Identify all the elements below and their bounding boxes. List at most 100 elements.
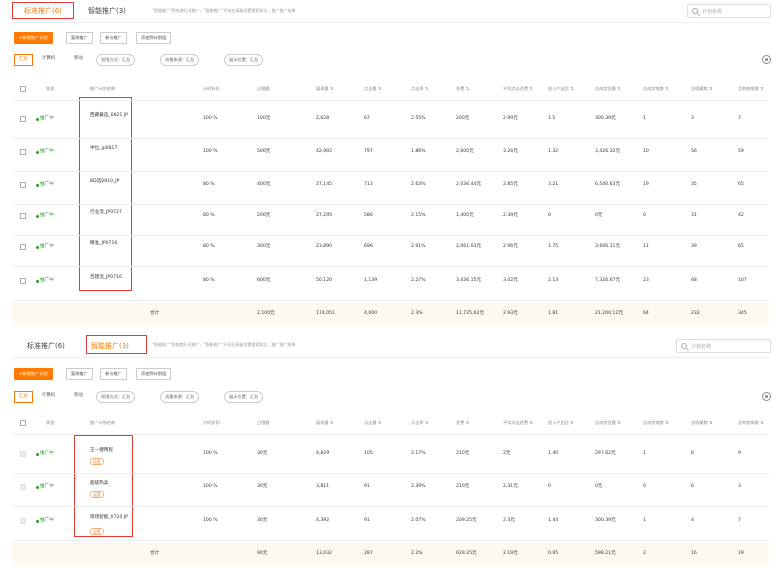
plan-name-link[interactable]: 精准_JP0716 xyxy=(90,241,132,247)
plan-name-link[interactable]: 王一健用程 xyxy=(90,448,132,454)
column-header[interactable]: 点击率 ⇅ xyxy=(411,420,428,426)
dropdown-placement-2[interactable]: 展示位置：汇总 xyxy=(224,391,264,403)
tab-standard-2[interactable]: 标准推广(6) xyxy=(27,341,65,351)
highlight-box-plan-names-1 xyxy=(79,97,132,291)
settings-gear-icon[interactable] xyxy=(762,55,771,64)
dropdown-traffic-source[interactable]: 流量来源：汇总 xyxy=(160,54,200,66)
info-note: "智能推广"即电商行业推广，"智能推广"不存在高级设置搜索和全，推广推广效果 xyxy=(152,8,296,13)
column-header[interactable]: 展现量 ⇅ xyxy=(316,86,333,92)
pause-button-2[interactable]: 暂停推广 xyxy=(66,368,93,380)
plan-name-link[interactable]: 西藏餐选_0821 JP xyxy=(90,113,132,119)
column-header[interactable]: 展现量 ⇅ xyxy=(316,420,333,426)
column-header[interactable]: 总成交笔数 ⇅ xyxy=(643,86,669,92)
row-checkbox[interactable] xyxy=(20,278,26,284)
row-checkbox[interactable] xyxy=(20,213,26,219)
row-checkbox[interactable] xyxy=(20,182,26,188)
row-divider xyxy=(12,300,769,301)
filter-tab-mobile[interactable]: 移动 xyxy=(70,54,87,66)
column-header[interactable]: 点击率 ⇅ xyxy=(411,86,428,92)
status-dot-icon xyxy=(36,150,39,154)
column-header[interactable]: 总购物车数 ⇅ xyxy=(738,86,764,92)
cell-value: 696 xyxy=(364,244,373,249)
plan-name-link[interactable]: 现场智能_0720 JP xyxy=(90,515,132,521)
cell-value: 0元 xyxy=(595,213,603,218)
search-input-2[interactable]: 计划名称 xyxy=(676,339,771,353)
row-divider xyxy=(12,434,769,435)
join-button-2[interactable]: 参与推广 xyxy=(100,368,127,380)
dropdown-permission[interactable]: 权限方式：汇总 xyxy=(96,54,136,66)
row-checkbox[interactable] xyxy=(20,484,26,490)
status-dot-icon xyxy=(36,452,39,456)
row-checkbox[interactable] xyxy=(20,518,26,524)
cell-value: 300元 xyxy=(257,244,271,249)
status-text: 推广中 xyxy=(40,451,54,456)
cell-value: 80 % xyxy=(203,182,215,187)
column-header[interactable]: 总成交笔数 ⇅ xyxy=(643,420,669,426)
column-header[interactable]: 总成交金额 ⇅ xyxy=(595,420,621,426)
column-header[interactable]: 投入产出比 ⇅ xyxy=(548,86,574,92)
cell-value: 0 xyxy=(548,484,551,489)
filter-tab-pc-2[interactable]: 计算机 xyxy=(38,391,59,403)
join-button[interactable]: 参与推广 xyxy=(100,32,127,44)
dropdown-traffic-source-2[interactable]: 流量来源：汇总 xyxy=(160,391,200,403)
column-header[interactable]: 总成交金额 ⇅ xyxy=(595,86,621,92)
plan-name-link[interactable]: 超级热卖 xyxy=(90,481,132,487)
column-header[interactable]: 投入产出比 ⇅ xyxy=(548,420,574,426)
new-plan-button[interactable]: +新建推广计划 xyxy=(14,32,53,44)
cell-value: 3,426.32元 xyxy=(595,149,621,154)
row-checkbox[interactable] xyxy=(20,244,26,250)
filter-tab-summary-2[interactable]: 汇总 xyxy=(14,391,33,403)
cell-value: 100 % xyxy=(203,116,218,121)
column-header[interactable]: 点击量 ⇅ xyxy=(364,86,381,92)
cell-value: 2,600元 xyxy=(456,149,474,154)
highlight-box-smart-tab xyxy=(86,335,147,354)
cell-value: 10 xyxy=(643,149,649,154)
plan-name-link[interactable]: 中位_jp0817 xyxy=(90,146,132,152)
tab-smart[interactable]: 智能推广(3) xyxy=(88,6,126,16)
column-header[interactable]: 总收藏数 ⇅ xyxy=(691,86,713,92)
add-to-group-button-2[interactable]: 添加到计划组 xyxy=(136,368,172,380)
filter-tab-mobile-2[interactable]: 移动 xyxy=(70,391,87,403)
pause-button[interactable]: 暂停推广 xyxy=(66,32,93,44)
cell-value: 1.32 xyxy=(548,149,559,154)
column-header[interactable]: 花费 ⇅ xyxy=(456,420,469,426)
cell-value: 200元 xyxy=(456,116,470,121)
row-checkbox[interactable] xyxy=(20,451,26,457)
plan-name-link[interactable]: BD选0810_JP xyxy=(90,179,132,185)
column-header[interactable]: 平均点击花费 ⇅ xyxy=(503,86,533,92)
cell-value: 1,400元 xyxy=(456,213,474,218)
filter-tab-pc[interactable]: 计算机 xyxy=(38,54,59,66)
cell-value: 91 xyxy=(364,518,370,523)
cell-value: 3,606.11元 xyxy=(595,244,621,249)
cell-value: 4,392 xyxy=(316,518,330,523)
column-header[interactable]: 总收藏数 ⇅ xyxy=(691,420,713,426)
dropdown-permission-2[interactable]: 权限方式：汇总 xyxy=(96,391,136,403)
select-all-checkbox[interactable] xyxy=(20,420,26,426)
row-divider xyxy=(12,540,769,541)
add-to-group-button[interactable]: 添加到计划组 xyxy=(136,32,172,44)
cell-value: 23 xyxy=(643,278,649,283)
column-header[interactable]: 总购物车数 ⇅ xyxy=(738,420,764,426)
new-plan-button-2[interactable]: +新建推广计划 xyxy=(14,368,53,380)
row-checkbox[interactable] xyxy=(20,116,26,122)
select-all-checkbox[interactable] xyxy=(20,86,26,92)
highlight-box-standard-tab xyxy=(12,2,74,19)
filter-tab-summary[interactable]: 汇总 xyxy=(14,54,33,66)
dropdown-placement[interactable]: 展示位置：汇总 xyxy=(224,54,264,66)
cell-value: 100 % xyxy=(203,451,218,456)
cell-value: 31 xyxy=(691,213,697,218)
status-dot-icon xyxy=(36,519,39,523)
cell-value: 2.96元 xyxy=(503,244,518,249)
cell-value: 1.75 xyxy=(548,244,559,249)
column-header[interactable]: 平均点击花费 ⇅ xyxy=(503,420,533,426)
cell-value: 1 xyxy=(643,518,646,523)
row-checkbox[interactable] xyxy=(20,149,26,155)
plan-name-link[interactable]: 行业流_JP0727 xyxy=(90,210,132,216)
total-value: 598.21元 xyxy=(595,551,616,556)
column-header[interactable]: 点击量 ⇅ xyxy=(364,420,381,426)
cell-value: 50,120 xyxy=(316,278,333,283)
settings-gear-icon-2[interactable] xyxy=(762,392,771,401)
search-input[interactable]: 计划名称 xyxy=(687,4,771,18)
column-header[interactable]: 花费 ⇅ xyxy=(456,86,469,92)
plan-name-link[interactable]: 百建流_JP0716 xyxy=(90,275,132,281)
